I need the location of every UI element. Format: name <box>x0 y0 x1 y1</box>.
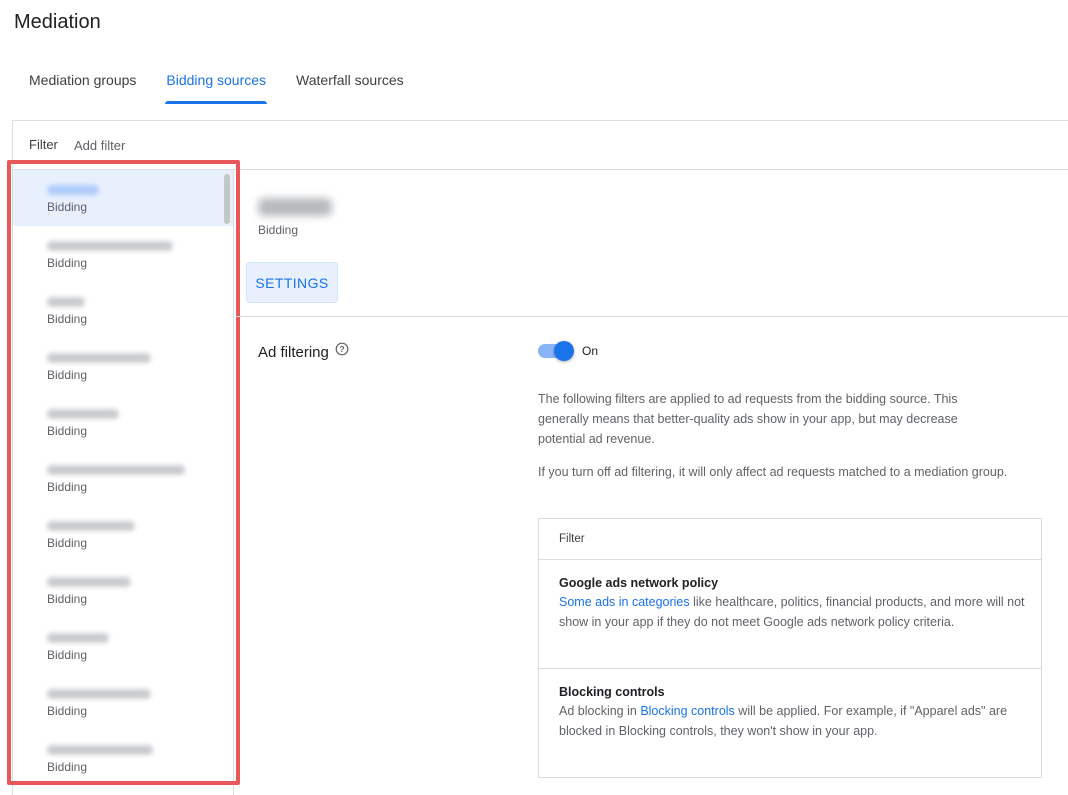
source-list-item[interactable]: Bidding <box>13 394 233 450</box>
ad-filtering-toggle[interactable] <box>538 341 574 361</box>
source-type-label: Bidding <box>47 424 88 438</box>
settings-button[interactable]: SETTINGS <box>246 262 338 303</box>
source-type-label: Bidding <box>47 200 88 214</box>
source-name-redacted <box>47 237 233 255</box>
filter-label: Filter <box>29 137 58 152</box>
source-name-redacted <box>47 349 233 367</box>
table-header: Filter <box>539 519 1041 560</box>
source-list-item[interactable]: Bidding <box>13 674 233 730</box>
source-list-item[interactable]: Bidding <box>13 226 233 282</box>
row-description-prefix: Ad blocking in <box>559 704 641 718</box>
ad-filtering-label: Ad filtering ? <box>258 342 349 361</box>
source-list-item[interactable]: Bidding <box>13 730 233 786</box>
source-type-label: Bidding <box>47 592 88 606</box>
source-list-item[interactable]: Bidding <box>13 618 233 674</box>
some-ads-in-categories-link[interactable]: Some ads in categories <box>559 595 690 609</box>
help-icon[interactable]: ? <box>335 342 349 360</box>
selected-source-name-redacted <box>258 198 332 216</box>
source-type-label: Bidding <box>47 368 88 382</box>
source-type-label: Bidding <box>47 536 88 550</box>
source-list: Bidding Bidding Bidding Bidding Bidding … <box>13 170 234 795</box>
source-name-redacted <box>47 685 233 703</box>
source-list-item[interactable]: Bidding <box>13 338 233 394</box>
source-name-redacted <box>47 405 233 423</box>
row-description: Some ads in categories like healthcare, … <box>559 592 1031 632</box>
table-row: Google ads network policy Some ads in ca… <box>539 560 1041 669</box>
tab-bidding-sources[interactable]: Bidding sources <box>151 60 281 104</box>
filter-bar: Filter <box>13 121 1068 170</box>
source-name-redacted <box>47 517 233 535</box>
source-name-redacted <box>47 181 233 199</box>
source-name-redacted <box>47 461 233 479</box>
source-type-label: Bidding <box>47 760 88 774</box>
ad-filtering-note: If you turn off ad filtering, it will on… <box>538 465 1008 479</box>
list-scrollbar[interactable] <box>223 170 233 795</box>
toggle-knob <box>554 341 574 361</box>
selected-source-type: Bidding <box>258 223 299 237</box>
add-filter-input[interactable] <box>74 135 374 155</box>
source-name-redacted <box>47 573 233 591</box>
row-description: Ad blocking in Blocking controls will be… <box>559 701 1031 741</box>
source-list-item[interactable]: Bidding <box>13 506 233 562</box>
source-type-label: Bidding <box>47 648 88 662</box>
filter-policy-table: Filter Google ads network policy Some ad… <box>538 518 1042 778</box>
blocking-controls-link[interactable]: Blocking controls <box>640 704 735 718</box>
tab-bar: Mediation groups Bidding sources Waterfa… <box>14 60 419 104</box>
ad-filtering-label-text: Ad filtering <box>258 344 329 361</box>
ad-filtering-description: The following filters are applied to ad … <box>538 392 958 446</box>
source-type-label: Bidding <box>47 704 88 718</box>
source-name-redacted <box>47 293 233 311</box>
source-name-redacted <box>47 629 233 647</box>
table-row: Blocking controls Ad blocking in Blockin… <box>539 669 1041 741</box>
source-type-label: Bidding <box>47 312 88 326</box>
row-title: Blocking controls <box>559 685 665 699</box>
source-list-item[interactable]: Bidding <box>13 282 233 338</box>
source-type-label: Bidding <box>47 256 88 270</box>
source-list-item[interactable]: Bidding <box>13 562 233 618</box>
source-list-item[interactable]: Bidding <box>13 170 233 226</box>
toggle-state-label: On <box>582 344 599 358</box>
svg-text:?: ? <box>339 344 344 354</box>
tab-waterfall-sources[interactable]: Waterfall sources <box>281 60 419 104</box>
row-title: Google ads network policy <box>559 576 719 590</box>
source-list-item[interactable]: Bidding <box>13 450 233 506</box>
source-type-label: Bidding <box>47 480 88 494</box>
source-name-redacted <box>47 741 233 759</box>
page-title: Mediation <box>14 11 101 33</box>
detail-divider <box>236 316 1068 317</box>
list-scrollbar-thumb[interactable] <box>224 174 230 224</box>
tab-mediation-groups[interactable]: Mediation groups <box>14 60 151 104</box>
